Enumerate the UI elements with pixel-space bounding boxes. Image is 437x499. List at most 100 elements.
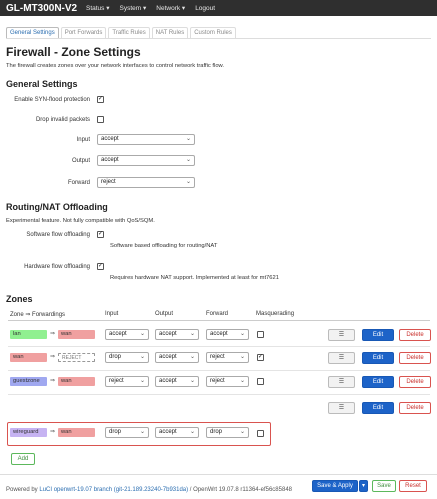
row-divider — [8, 346, 430, 347]
row-menu-button[interactable]: ☰ — [328, 376, 355, 388]
main-menu: Status ▾ System ▾ Network ▾ Logout — [86, 4, 215, 13]
masquerade-checkbox[interactable] — [257, 378, 264, 385]
tab-divider — [6, 38, 431, 39]
hardware-offload-checkbox[interactable]: ✓ — [97, 263, 104, 270]
row-menu-button[interactable]: ☰ — [328, 402, 355, 414]
zone-forward-select[interactable]: drop ⌄ — [206, 427, 249, 438]
menu-system[interactable]: System ▾ — [120, 4, 147, 12]
brand-title[interactable]: GL-MT300N-V2 — [6, 3, 86, 14]
offloading-description: Experimental feature. Not fully compatib… — [6, 218, 155, 224]
zone-badge: wan — [10, 353, 47, 362]
chevron-down-icon: ⌄ — [189, 354, 195, 360]
caret-icon: ▾ — [181, 5, 186, 12]
edit-button[interactable]: Edit — [362, 376, 394, 388]
forward-arrow-icon: ⇒ — [50, 331, 56, 337]
masquerade-checkbox[interactable] — [257, 331, 264, 338]
zone-badge: guestzone — [10, 377, 47, 386]
caret-icon: ▾ — [143, 5, 147, 12]
row-menu-button[interactable]: ☰ — [328, 329, 355, 341]
drop-invalid-label: Drop invalid packets — [35, 117, 90, 123]
zones-heading: Zones — [6, 294, 33, 304]
forward-target-badge: REJECT — [58, 353, 95, 362]
chevron-down-icon: ⌄ — [189, 378, 195, 384]
zone-input-select[interactable]: drop ⌄ — [105, 427, 149, 438]
luci-link[interactable]: LuCI openwrt-19.07 branch (git-21.189.23… — [39, 487, 188, 493]
zone-forward-select[interactable]: accept ⌄ — [206, 329, 249, 340]
delete-button[interactable]: Delete — [399, 329, 431, 341]
forward-target-badge: wan — [58, 428, 95, 437]
menu-icon: ☰ — [338, 379, 345, 385]
edit-button[interactable]: Edit — [362, 329, 394, 341]
output-policy-select[interactable]: accept ⌄ — [97, 155, 195, 166]
masquerade-checkbox[interactable] — [257, 430, 264, 437]
zone-badge: lan — [10, 330, 47, 339]
action-bar-divider — [0, 474, 437, 475]
chevron-down-icon: ⌄ — [139, 354, 145, 360]
col-input: Input — [105, 311, 119, 317]
chevron-down-icon: ⌄ — [239, 378, 245, 384]
zone-output-select[interactable]: accept ⌄ — [155, 329, 199, 340]
general-settings-heading: General Settings — [6, 79, 78, 89]
chevron-down-icon: ⌄ — [239, 429, 245, 435]
zone-output-select[interactable]: accept ⌄ — [155, 427, 199, 438]
check-icon: ✓ — [98, 231, 104, 237]
output-policy-label: Output — [71, 158, 90, 164]
delete-button[interactable]: Delete — [399, 376, 431, 388]
zone-output-select[interactable]: accept ⌄ — [155, 376, 199, 387]
save-apply-button[interactable]: Save & Apply — [312, 480, 358, 492]
zone-forward-select[interactable]: reject ⌄ — [206, 352, 249, 363]
chevron-down-icon: ⌄ — [139, 429, 145, 435]
footer: Powered by LuCI openwrt-19.07 branch (gi… — [6, 487, 292, 493]
edit-button[interactable]: Edit — [362, 352, 394, 364]
software-offload-hint: Software based offloading for routing/NA… — [110, 243, 218, 249]
software-offload-checkbox[interactable]: ✓ — [97, 231, 104, 238]
chevron-down-icon: ⌄ — [185, 136, 191, 142]
syn-flood-checkbox[interactable]: ✓ — [97, 96, 104, 103]
chevron-down-icon: ▾ — [361, 483, 365, 489]
offloading-heading: Routing/NAT Offloading — [6, 202, 108, 212]
check-icon: ✓ — [98, 263, 104, 269]
save-apply-dropdown-button[interactable]: ▾ — [359, 480, 368, 492]
chevron-down-icon: ⌄ — [189, 429, 195, 435]
menu-icon: ☰ — [338, 332, 345, 338]
menu-logout[interactable]: Logout — [195, 5, 215, 12]
page-description: The firewall creates zones over your net… — [6, 63, 225, 69]
menu-status[interactable]: Status ▾ — [86, 4, 110, 12]
input-policy-select[interactable]: accept ⌄ — [97, 134, 195, 145]
col-output: Output — [155, 311, 174, 317]
zone-input-select[interactable]: drop ⌄ — [105, 352, 149, 363]
check-icon: ✓ — [98, 96, 104, 102]
col-zone-forwardings: Zone ⇒ Forwardings — [10, 312, 66, 318]
menu-network[interactable]: Network ▾ — [156, 4, 185, 12]
zone-badge: wireguard — [10, 428, 47, 437]
drop-invalid-checkbox[interactable] — [97, 116, 104, 123]
masquerade-checkbox[interactable]: ✓ — [257, 354, 264, 361]
check-icon: ✓ — [258, 354, 264, 360]
zone-input-select[interactable]: reject ⌄ — [105, 376, 149, 387]
forward-policy-label: Forward — [67, 180, 90, 186]
reset-button[interactable]: Reset — [399, 480, 427, 492]
menu-icon: ☰ — [338, 405, 345, 411]
footer-powered: Powered by — [6, 487, 40, 493]
chevron-down-icon: ⌄ — [139, 378, 145, 384]
col-masquerading: Masquerading — [256, 311, 295, 317]
delete-button[interactable]: Delete — [399, 402, 431, 414]
row-menu-button[interactable]: ☰ — [328, 352, 355, 364]
forward-arrow-icon: ⇒ — [50, 378, 56, 384]
forward-policy-select[interactable]: reject ⌄ — [97, 177, 195, 188]
add-zone-button[interactable]: Add — [11, 453, 35, 465]
save-button[interactable]: Save — [372, 480, 396, 492]
delete-button[interactable]: Delete — [399, 352, 431, 364]
row-divider — [8, 394, 430, 395]
chevron-down-icon: ⌄ — [189, 331, 195, 337]
top-navbar: GL-MT300N-V2 Status ▾ System ▾ Network ▾… — [0, 0, 437, 16]
zone-output-select[interactable]: accept ⌄ — [155, 352, 199, 363]
col-forward: Forward — [206, 311, 229, 317]
syn-flood-label: Enable SYN-flood protection — [14, 97, 90, 103]
forward-target-badge: wan — [58, 330, 95, 339]
row-divider — [8, 370, 430, 371]
forward-arrow-icon: ⇒ — [50, 354, 56, 360]
zone-forward-select[interactable]: reject ⌄ — [206, 376, 249, 387]
edit-button[interactable]: Edit — [362, 402, 394, 414]
zone-input-select[interactable]: accept ⌄ — [105, 329, 149, 340]
